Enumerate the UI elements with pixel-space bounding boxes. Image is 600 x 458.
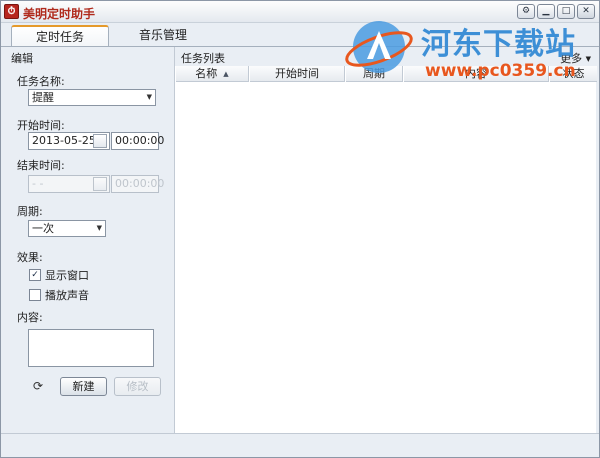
task-name-value: 提醒	[32, 91, 54, 104]
window-title: 美明定时助手	[23, 7, 96, 21]
chevron-down-icon: ▼	[585, 55, 591, 63]
close-icon[interactable]: ✕	[577, 4, 595, 19]
new-button[interactable]: 新建	[60, 377, 107, 396]
tab-music-management[interactable]: 音乐管理	[115, 25, 211, 47]
more-menu[interactable]: 更多 ▼	[560, 50, 591, 66]
end-time-value: 00:00:00	[115, 177, 165, 190]
editor-panel: 编辑 任务名称: 提醒 ▼ 开始时间: 2013-05-25 00:00:00 …	[7, 47, 173, 433]
end-time-field: 00:00:00	[111, 175, 164, 193]
minimize-icon[interactable]: ▁	[537, 4, 555, 19]
period-label: 周期:	[17, 205, 43, 218]
task-list-header: 任务列表 更多 ▼	[175, 47, 597, 66]
task-list-panel: 任务列表 更多 ▼ 名称 ▲ 开始时间 周期 内容 状态	[174, 47, 597, 433]
show-window-option[interactable]: ✓ 显示窗口	[29, 267, 89, 283]
play-sound-option[interactable]: 播放声音	[29, 287, 89, 303]
start-time-label: 开始时间:	[17, 119, 65, 132]
play-sound-label: 播放声音	[45, 289, 89, 302]
start-time-value: 00:00:00	[115, 134, 165, 147]
tab-bar: 定时任务 音乐管理	[1, 23, 599, 47]
editor-title: 编辑	[11, 52, 33, 65]
column-name-label: 名称	[195, 67, 218, 80]
calendar-icon[interactable]	[93, 134, 107, 148]
end-time-label: 结束时间:	[17, 159, 65, 172]
start-date-value: 2013-05-25	[32, 134, 96, 147]
column-header-period[interactable]: 周期	[345, 66, 403, 82]
settings-icon[interactable]: ⚙	[517, 4, 535, 19]
refresh-icon[interactable]: ⟳	[33, 379, 43, 393]
table-header: 名称 ▲ 开始时间 周期 内容 状态	[175, 66, 597, 82]
start-time-field[interactable]: 00:00:00	[111, 132, 164, 150]
content-textarea[interactable]	[28, 329, 154, 367]
tab-scheduled-tasks[interactable]: 定时任务	[11, 25, 109, 47]
column-header-content[interactable]: 内容	[403, 66, 549, 82]
play-sound-checkbox[interactable]	[29, 289, 41, 301]
end-date-value: - -	[32, 177, 44, 190]
task-name-select[interactable]: 提醒 ▼	[28, 89, 156, 106]
column-header-name[interactable]: 名称 ▲	[175, 66, 249, 82]
show-window-label: 显示窗口	[45, 269, 89, 282]
more-label: 更多	[560, 52, 583, 65]
title-bar[interactable]: ⏱ 美明定时助手 ⚙ ▁ □ ✕	[1, 1, 599, 23]
status-bar	[1, 433, 599, 457]
column-header-start-time[interactable]: 开始时间	[249, 66, 345, 82]
column-header-status[interactable]: 状态	[549, 66, 597, 82]
task-name-label: 任务名称:	[17, 75, 65, 88]
content-label: 内容:	[17, 311, 43, 324]
show-window-checkbox[interactable]: ✓	[29, 269, 41, 281]
sort-asc-icon: ▲	[223, 70, 229, 78]
app-icon: ⏱	[4, 4, 19, 19]
modify-button: 修改	[114, 377, 161, 396]
chevron-down-icon: ▼	[146, 93, 152, 101]
task-list-title: 任务列表	[181, 52, 225, 65]
effect-label: 效果:	[17, 251, 43, 264]
start-date-field[interactable]: 2013-05-25	[28, 132, 110, 150]
chevron-down-icon: ▼	[96, 224, 102, 232]
main-window: ⏱ 美明定时助手 ⚙ ▁ □ ✕ 定时任务 音乐管理 编辑 任务名称: 提醒 ▼…	[0, 0, 600, 458]
period-select[interactable]: 一次 ▼	[28, 220, 106, 237]
end-date-field: - -	[28, 175, 110, 193]
period-value: 一次	[32, 222, 54, 235]
window-controls: ⚙ ▁ □ ✕	[517, 4, 595, 19]
calendar-icon	[93, 177, 107, 191]
maximize-icon[interactable]: □	[557, 4, 575, 19]
